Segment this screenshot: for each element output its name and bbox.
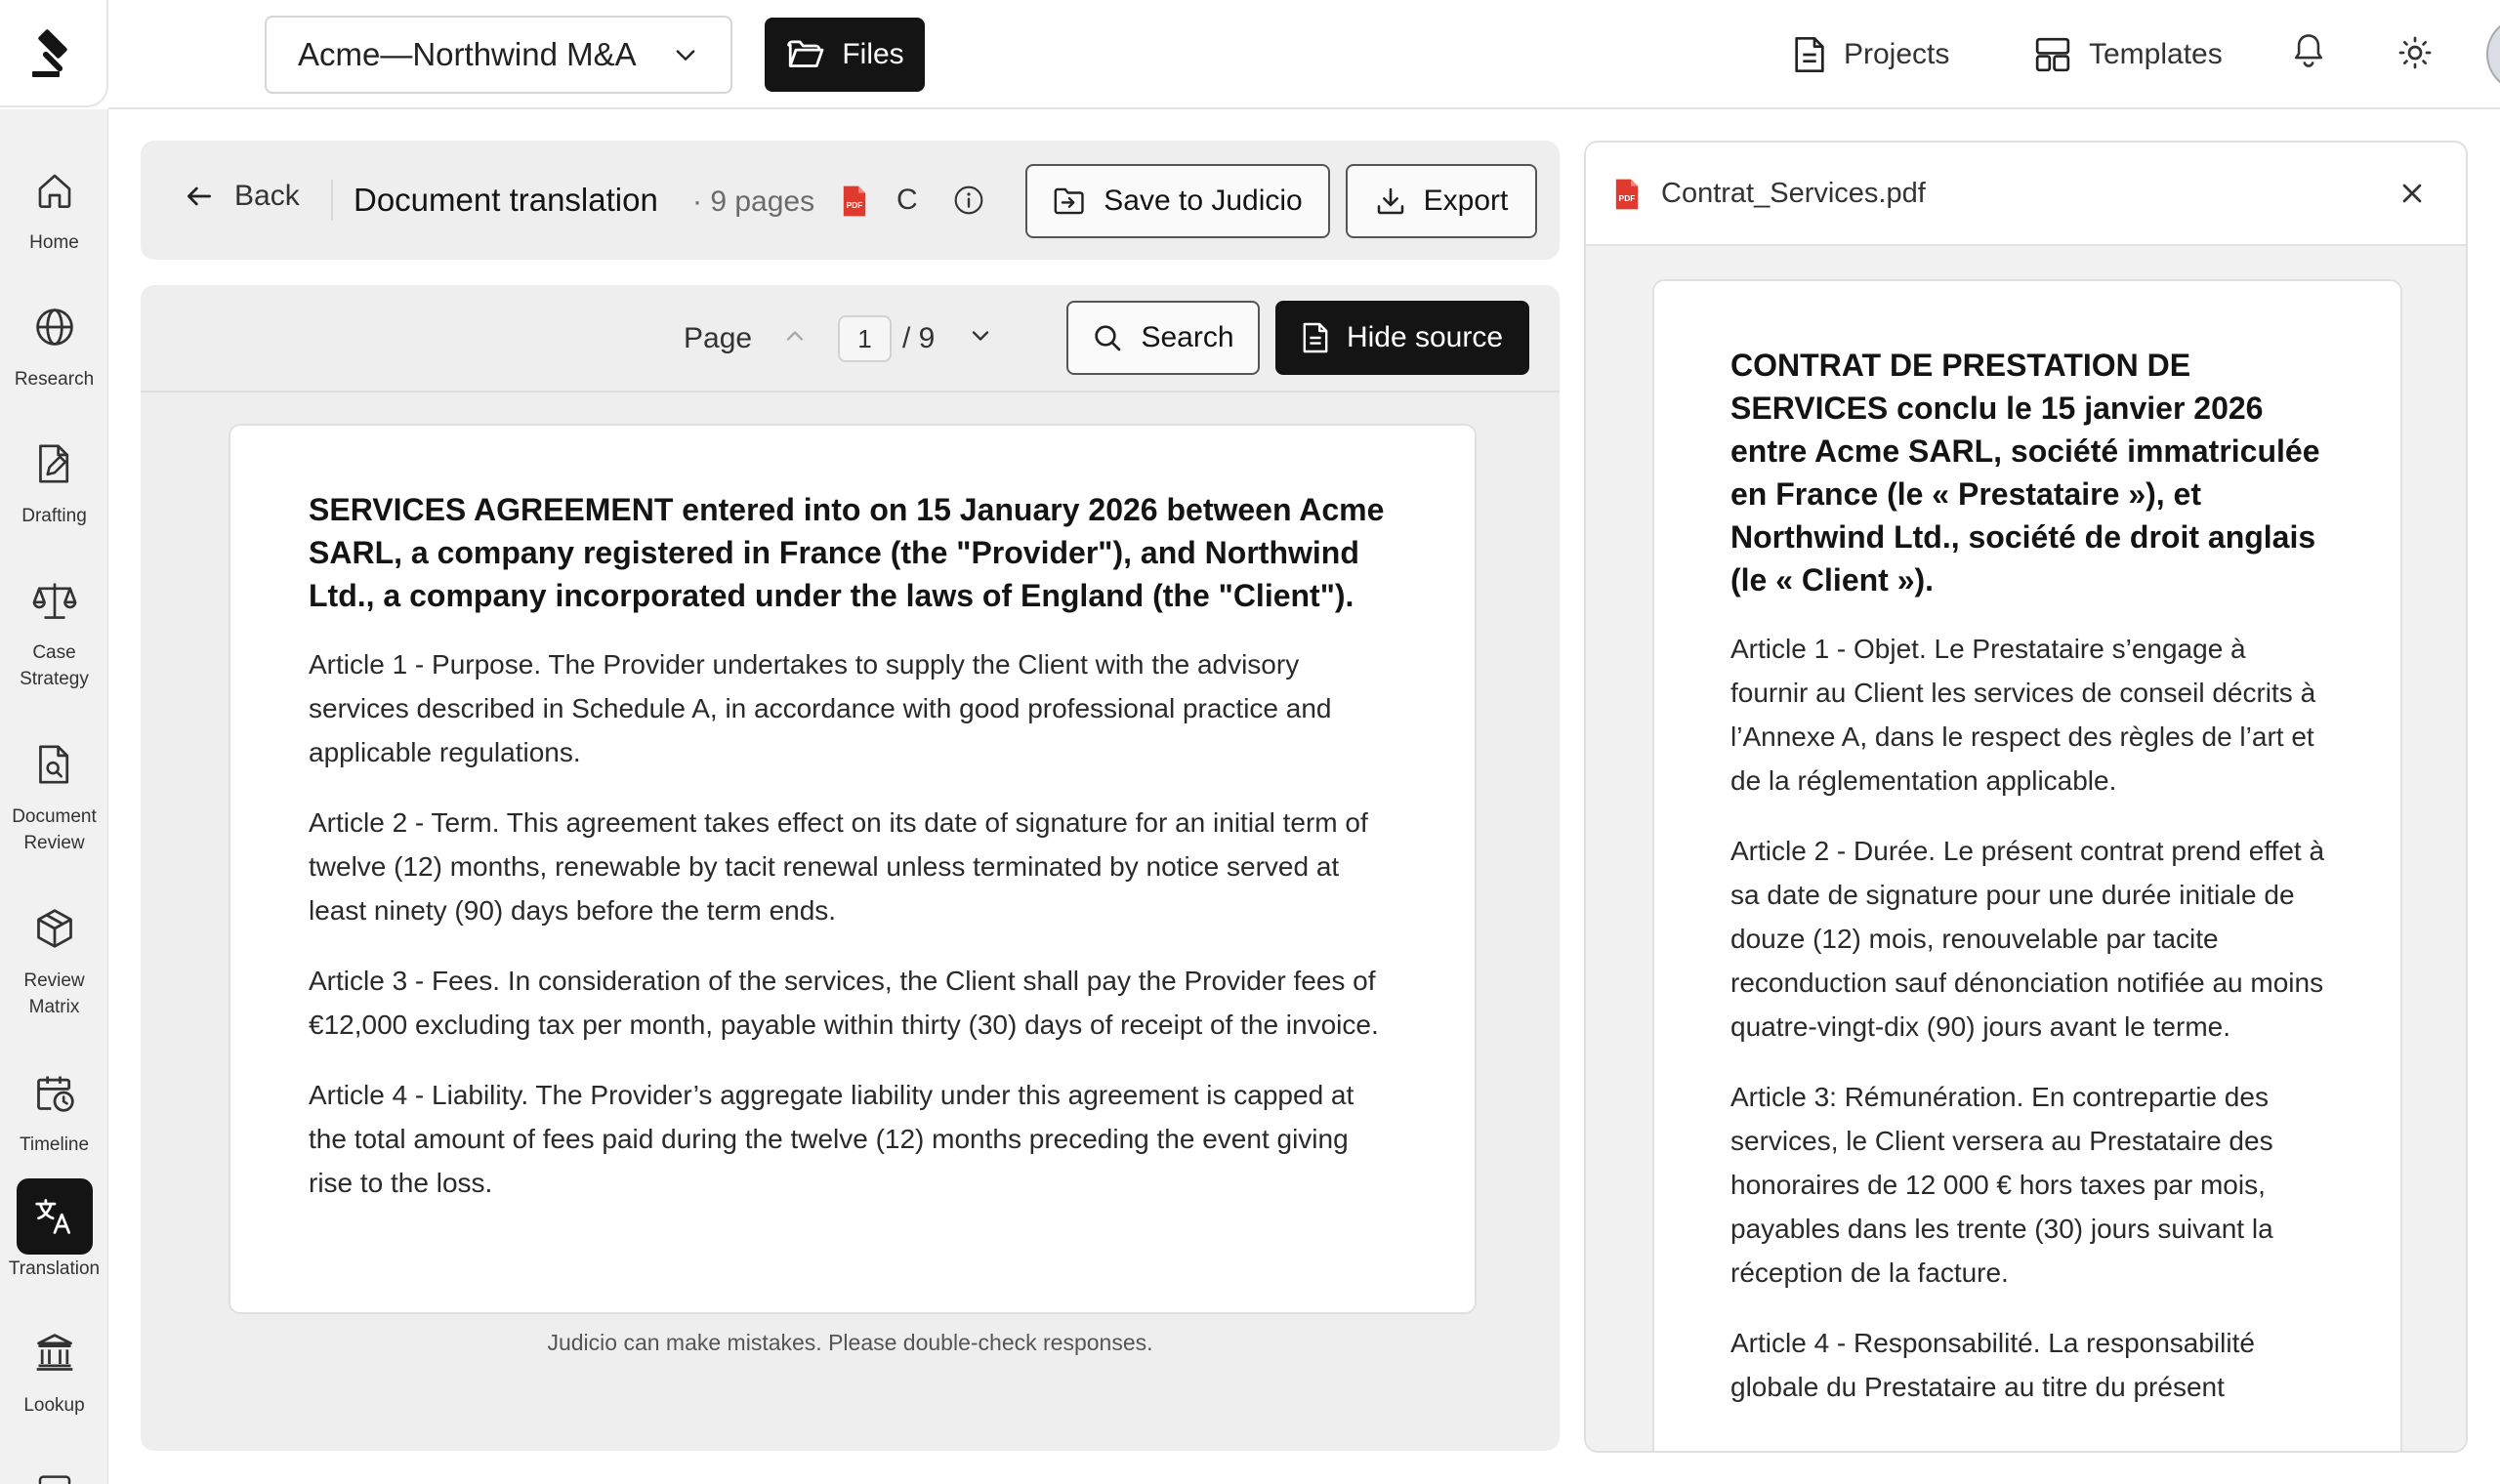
save-to-judicio-button[interactable]: Save to Judicio xyxy=(1025,164,1330,238)
translation-panel: Page 1 / 9 Search Hide source SERVICES A… xyxy=(141,285,1560,1451)
main-area: Back Document translation · 9 pages PDF … xyxy=(141,109,1561,1484)
user-avatar[interactable]: AK xyxy=(2486,17,2500,92)
files-button[interactable]: Files xyxy=(765,18,925,92)
pen-document-icon xyxy=(17,426,93,502)
document-icon xyxy=(1303,322,1328,353)
sidebar-item-review-matrix[interactable]: Review Matrix xyxy=(0,890,108,1020)
back-button[interactable]: Back xyxy=(184,180,300,213)
pdf-file-icon: PDF xyxy=(1613,178,1641,211)
sidebar-item-translation[interactable]: Translation xyxy=(0,1178,108,1282)
sidebar-item-home[interactable]: Home xyxy=(0,152,108,256)
globe-icon xyxy=(17,289,93,365)
sidebar-item-case-strategy[interactable]: Case Strategy xyxy=(0,562,108,692)
save-label: Save to Judicio xyxy=(1104,185,1303,217)
scales-icon xyxy=(17,562,93,639)
sidebar-item-more[interactable] xyxy=(0,1452,108,1484)
toolbar-divider xyxy=(331,180,333,221)
project-name: Acme—Northwind M&A xyxy=(298,36,637,72)
sidebar-item-label: Lookup xyxy=(23,1395,85,1416)
translate-icon xyxy=(16,1178,93,1255)
svg-text:PDF: PDF xyxy=(847,200,863,210)
folder-icon xyxy=(787,40,824,67)
source-heading: CONTRAT DE PRESTATION DE SERVICES conclu… xyxy=(1730,348,2320,598)
sidebar-item-label: Case Strategy xyxy=(20,642,89,689)
download-icon xyxy=(1377,187,1403,215)
chevron-up-icon[interactable] xyxy=(781,322,809,350)
document-paragraph: Article 1 - Purpose. The Provider undert… xyxy=(309,649,1332,767)
page-count: · 9 pages xyxy=(692,186,815,218)
info-icon[interactable] xyxy=(953,185,984,216)
page-title: Document translation xyxy=(354,182,658,218)
chevron-down-icon xyxy=(676,50,695,61)
project-selector[interactable]: Acme—Northwind M&A xyxy=(265,16,732,94)
templates-label: Templates xyxy=(2089,38,2223,70)
source-filename: Contrat_Services.pdf xyxy=(1661,178,1926,209)
more-icon xyxy=(17,1452,93,1484)
sidebar-item-label: Timeline xyxy=(19,1134,90,1155)
source-paragraph: Article 2 - Durée. Le présent contrat pr… xyxy=(1730,836,2325,1042)
page-navigation: Page 1 / 9 Search Hide source xyxy=(141,285,1560,392)
document-icon xyxy=(1795,37,1824,72)
arrow-left-icon xyxy=(188,186,211,206)
sidebar-item-label: Review Matrix xyxy=(23,970,85,1017)
folder-import-icon xyxy=(1054,187,1084,215)
source-paragraph: Article 4 - Responsabilité. La responsab… xyxy=(1730,1328,2255,1402)
notifications-bell-icon[interactable] xyxy=(2292,31,2325,70)
search-icon xyxy=(1095,325,1121,351)
cube-icon xyxy=(17,890,93,967)
source-panel: PDF Contrat_Services.pdf CONTRAT DE PRES… xyxy=(1584,141,2468,1453)
document-search-icon xyxy=(17,726,93,803)
judicio-logo[interactable] xyxy=(0,0,108,107)
search-label: Search xyxy=(1141,321,1234,353)
projects-label: Projects xyxy=(1844,38,1950,70)
source-paragraph: Article 1 - Objet. Le Prestataire s’enga… xyxy=(1730,634,2316,796)
sidebar-item-document-review[interactable]: Document Review xyxy=(0,726,108,856)
app-window: Acme—Northwind M&A Files Projects Templa… xyxy=(0,0,2500,1484)
chevron-down-icon[interactable] xyxy=(967,322,994,350)
files-label: Files xyxy=(842,38,904,70)
page-total: / 9 xyxy=(902,322,936,354)
source-document-page: CONTRAT DE PRESTATION DE SERVICES conclu… xyxy=(1652,279,2402,1451)
source-paragraph: Article 3: Rémunération. En contrepartie… xyxy=(1730,1082,2273,1288)
back-label: Back xyxy=(234,180,300,212)
pdf-file-icon: PDF xyxy=(841,185,868,218)
institution-icon xyxy=(17,1315,93,1391)
sidebar-item-timeline[interactable]: Timeline xyxy=(0,1054,108,1158)
gavel-logo-icon xyxy=(31,29,67,77)
home-icon xyxy=(17,152,93,228)
page-number-input[interactable]: 1 xyxy=(838,315,892,362)
search-button[interactable]: Search xyxy=(1066,301,1260,375)
sidebar-item-label: Document Review xyxy=(12,806,97,853)
export-button[interactable]: Export xyxy=(1346,164,1537,238)
sidebar-item-drafting[interactable]: Drafting xyxy=(0,426,108,529)
calendar-clock-icon xyxy=(17,1054,93,1131)
document-heading: SERVICES AGREEMENT entered into on 15 Ja… xyxy=(309,492,1385,613)
sidebar-item-research[interactable]: Research xyxy=(0,289,108,392)
hide-source-label: Hide source xyxy=(1346,321,1504,353)
nav-templates[interactable]: Templates xyxy=(2034,25,2223,84)
top-bar: Acme—Northwind M&A Files Projects Templa… xyxy=(108,0,2500,109)
file-name-truncated: C xyxy=(896,184,918,216)
document-paragraph: Article 2 - Term. This agreement takes e… xyxy=(309,807,1368,926)
sidebar: Home Research Drafting Case Strategy Doc… xyxy=(0,109,108,1484)
hide-source-button[interactable]: Hide source xyxy=(1275,301,1529,375)
theme-toggle-sun-icon[interactable] xyxy=(2397,35,2433,70)
document-paragraph: Article 3 - Fees. In consideration of th… xyxy=(309,966,1379,1040)
page-label: Page xyxy=(684,322,753,354)
document-toolbar: Back Document translation · 9 pages PDF … xyxy=(141,141,1560,260)
sidebar-item-label: Drafting xyxy=(21,506,87,526)
template-icon xyxy=(2035,37,2070,72)
close-icon[interactable] xyxy=(2396,178,2428,209)
svg-text:PDF: PDF xyxy=(1619,193,1636,203)
export-label: Export xyxy=(1423,185,1509,217)
translated-document-page: SERVICES AGREEMENT entered into on 15 Ja… xyxy=(229,424,1477,1314)
disclaimer-text: Judicio can make mistakes. Please double… xyxy=(547,1330,1153,1355)
sidebar-item-label: Translation xyxy=(8,1258,101,1279)
sidebar-item-lookup[interactable]: Lookup xyxy=(0,1315,108,1419)
nav-projects[interactable]: Projects xyxy=(1793,25,1949,84)
sidebar-item-label: Research xyxy=(14,369,95,390)
document-paragraph: Article 4 - Liability. The Provider’s ag… xyxy=(309,1080,1354,1198)
source-header: PDF Contrat_Services.pdf xyxy=(1586,143,2466,246)
sidebar-item-label: Home xyxy=(29,232,79,253)
